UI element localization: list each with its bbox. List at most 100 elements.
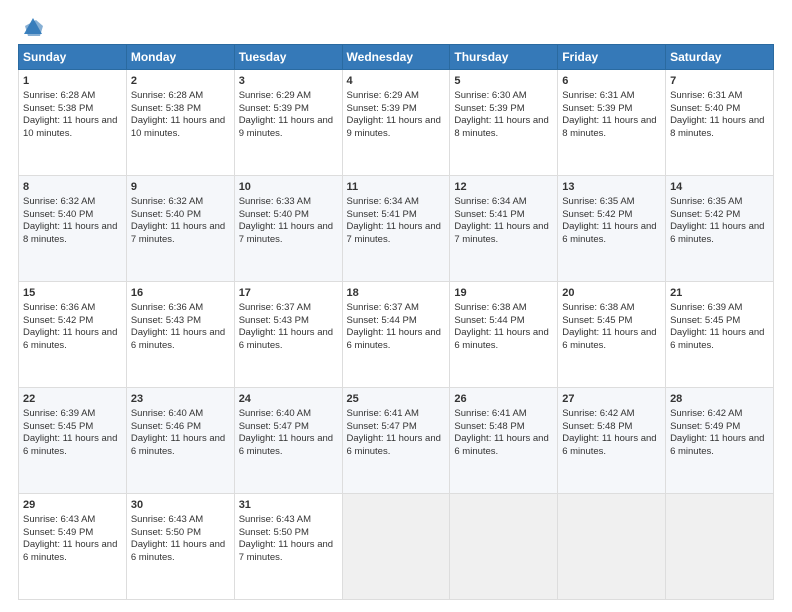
- daylight-label: Daylight: 11 hours and 6 minutes.: [131, 327, 225, 351]
- sunset-label: Sunset: 5:49 PM: [670, 421, 740, 432]
- calendar-cell: 26Sunrise: 6:41 AMSunset: 5:48 PMDayligh…: [450, 388, 558, 494]
- daylight-label: Daylight: 11 hours and 6 minutes.: [670, 221, 764, 245]
- col-header-friday: Friday: [558, 45, 666, 70]
- calendar-cell: 3Sunrise: 6:29 AMSunset: 5:39 PMDaylight…: [234, 70, 342, 176]
- sunset-label: Sunset: 5:38 PM: [23, 103, 93, 114]
- calendar-cell: [450, 494, 558, 600]
- calendar-cell: [558, 494, 666, 600]
- sunrise-label: Sunrise: 6:43 AM: [23, 514, 95, 525]
- sunrise-label: Sunrise: 6:33 AM: [239, 196, 311, 207]
- sunrise-label: Sunrise: 6:42 AM: [670, 408, 742, 419]
- sunset-label: Sunset: 5:39 PM: [562, 103, 632, 114]
- daylight-label: Daylight: 11 hours and 6 minutes.: [670, 433, 764, 457]
- calendar-cell: 21Sunrise: 6:39 AMSunset: 5:45 PMDayligh…: [666, 282, 774, 388]
- calendar-cell: 10Sunrise: 6:33 AMSunset: 5:40 PMDayligh…: [234, 176, 342, 282]
- sunrise-label: Sunrise: 6:43 AM: [131, 514, 203, 525]
- sunrise-label: Sunrise: 6:35 AM: [562, 196, 634, 207]
- sunset-label: Sunset: 5:40 PM: [131, 209, 201, 220]
- day-number: 30: [131, 498, 230, 513]
- calendar-cell: 12Sunrise: 6:34 AMSunset: 5:41 PMDayligh…: [450, 176, 558, 282]
- daylight-label: Daylight: 11 hours and 7 minutes.: [454, 221, 548, 245]
- daylight-label: Daylight: 11 hours and 6 minutes.: [23, 327, 117, 351]
- calendar-cell: 28Sunrise: 6:42 AM Sunset: 5:49 PMDayligh…: [666, 388, 774, 494]
- sunrise-label: Sunrise: 6:36 AM: [131, 302, 203, 313]
- day-number: 1: [23, 74, 122, 89]
- day-number: 20: [562, 286, 661, 301]
- sunset-label: Sunset: 5:41 PM: [454, 209, 524, 220]
- sunset-label: Sunset: 5:42 PM: [562, 209, 632, 220]
- sunset-label: Sunset: 5:38 PM: [131, 103, 201, 114]
- sunset-label: Sunset: 5:48 PM: [454, 421, 524, 432]
- sunrise-label: Sunrise: 6:39 AM: [670, 302, 742, 313]
- day-number: 17: [239, 286, 338, 301]
- sunset-label: Sunset: 5:40 PM: [239, 209, 309, 220]
- day-number: 19: [454, 286, 553, 301]
- day-number: 18: [347, 286, 446, 301]
- sunset-label: Sunset: 5:45 PM: [562, 315, 632, 326]
- sunrise-label: Sunrise: 6:43 AM: [239, 514, 311, 525]
- daylight-label: Daylight: 11 hours and 6 minutes.: [347, 433, 441, 457]
- sunset-label: Sunset: 5:44 PM: [454, 315, 524, 326]
- sunset-label: Sunset: 5:39 PM: [347, 103, 417, 114]
- day-number: 22: [23, 392, 122, 407]
- calendar-cell: 22Sunrise: 6:39 AMSunset: 5:45 PMDayligh…: [19, 388, 127, 494]
- sunset-label: Sunset: 5:39 PM: [239, 103, 309, 114]
- sunrise-label: Sunrise: 6:34 AM: [454, 196, 526, 207]
- daylight-label: Daylight: 11 hours and 6 minutes.: [239, 433, 333, 457]
- daylight-label: Daylight: 11 hours and 9 minutes.: [239, 115, 333, 139]
- sunrise-label: Sunrise: 6:29 AM: [239, 90, 311, 101]
- daylight-label: Daylight: 11 hours and 7 minutes.: [131, 221, 225, 245]
- day-number: 28: [670, 392, 769, 407]
- sunrise-label: Sunrise: 6:29 AM: [347, 90, 419, 101]
- sunset-label: Sunset: 5:39 PM: [454, 103, 524, 114]
- daylight-label: Daylight: 11 hours and 8 minutes.: [23, 221, 117, 245]
- header: [18, 16, 774, 34]
- calendar-cell: 6Sunrise: 6:31 AMSunset: 5:39 PMDaylight…: [558, 70, 666, 176]
- daylight-label: Daylight: 11 hours and 7 minutes.: [347, 221, 441, 245]
- calendar-cell: 29Sunrise: 6:43 AMSunset: 5:49 PMDayligh…: [19, 494, 127, 600]
- day-number: 16: [131, 286, 230, 301]
- col-header-tuesday: Tuesday: [234, 45, 342, 70]
- daylight-label: Daylight: 11 hours and 6 minutes.: [562, 327, 656, 351]
- sunset-label: Sunset: 5:45 PM: [23, 421, 93, 432]
- sunrise-label: Sunrise: 6:38 AM: [454, 302, 526, 313]
- day-number: 10: [239, 180, 338, 195]
- sunset-label: Sunset: 5:45 PM: [670, 315, 740, 326]
- sunrise-label: Sunrise: 6:40 AM: [131, 408, 203, 419]
- sunrise-label: Sunrise: 6:31 AM: [562, 90, 634, 101]
- sunset-label: Sunset: 5:44 PM: [347, 315, 417, 326]
- day-number: 31: [239, 498, 338, 513]
- sunset-label: Sunset: 5:46 PM: [131, 421, 201, 432]
- calendar-cell: 18Sunrise: 6:37 AMSunset: 5:44 PMDayligh…: [342, 282, 450, 388]
- sunset-label: Sunset: 5:50 PM: [131, 527, 201, 538]
- calendar-cell: 16Sunrise: 6:36 AMSunset: 5:43 PMDayligh…: [126, 282, 234, 388]
- day-number: 7: [670, 74, 769, 89]
- day-number: 5: [454, 74, 553, 89]
- day-number: 24: [239, 392, 338, 407]
- logo-icon: [22, 16, 44, 38]
- day-number: 27: [562, 392, 661, 407]
- sunset-label: Sunset: 5:41 PM: [347, 209, 417, 220]
- calendar-cell: 5Sunrise: 6:30 AMSunset: 5:39 PMDaylight…: [450, 70, 558, 176]
- calendar-cell: 24Sunrise: 6:40 AMSunset: 5:47 PMDayligh…: [234, 388, 342, 494]
- sunset-label: Sunset: 5:43 PM: [239, 315, 309, 326]
- day-number: 29: [23, 498, 122, 513]
- page: SundayMondayTuesdayWednesdayThursdayFrid…: [0, 0, 792, 612]
- sunrise-label: Sunrise: 6:39 AM: [23, 408, 95, 419]
- sunrise-label: Sunrise: 6:37 AM: [347, 302, 419, 313]
- calendar-cell: 13Sunrise: 6:35 AMSunset: 5:42 PMDayligh…: [558, 176, 666, 282]
- day-number: 26: [454, 392, 553, 407]
- sunset-label: Sunset: 5:40 PM: [670, 103, 740, 114]
- daylight-label: Daylight: 11 hours and 7 minutes.: [239, 539, 333, 563]
- daylight-label: Daylight: 11 hours and 6 minutes.: [454, 327, 548, 351]
- calendar-cell: [342, 494, 450, 600]
- daylight-label: Daylight: 11 hours and 10 minutes.: [23, 115, 117, 139]
- daylight-label: Daylight: 11 hours and 6 minutes.: [454, 433, 548, 457]
- calendar-cell: 2Sunrise: 6:28 AMSunset: 5:38 PMDaylight…: [126, 70, 234, 176]
- sunrise-label: Sunrise: 6:28 AM: [131, 90, 203, 101]
- calendar-cell: 1Sunrise: 6:28 AMSunset: 5:38 PMDaylight…: [19, 70, 127, 176]
- daylight-label: Daylight: 11 hours and 8 minutes.: [454, 115, 548, 139]
- calendar-cell: 27Sunrise: 6:42 AMSunset: 5:48 PMDayligh…: [558, 388, 666, 494]
- daylight-label: Daylight: 11 hours and 6 minutes.: [670, 327, 764, 351]
- col-header-sunday: Sunday: [19, 45, 127, 70]
